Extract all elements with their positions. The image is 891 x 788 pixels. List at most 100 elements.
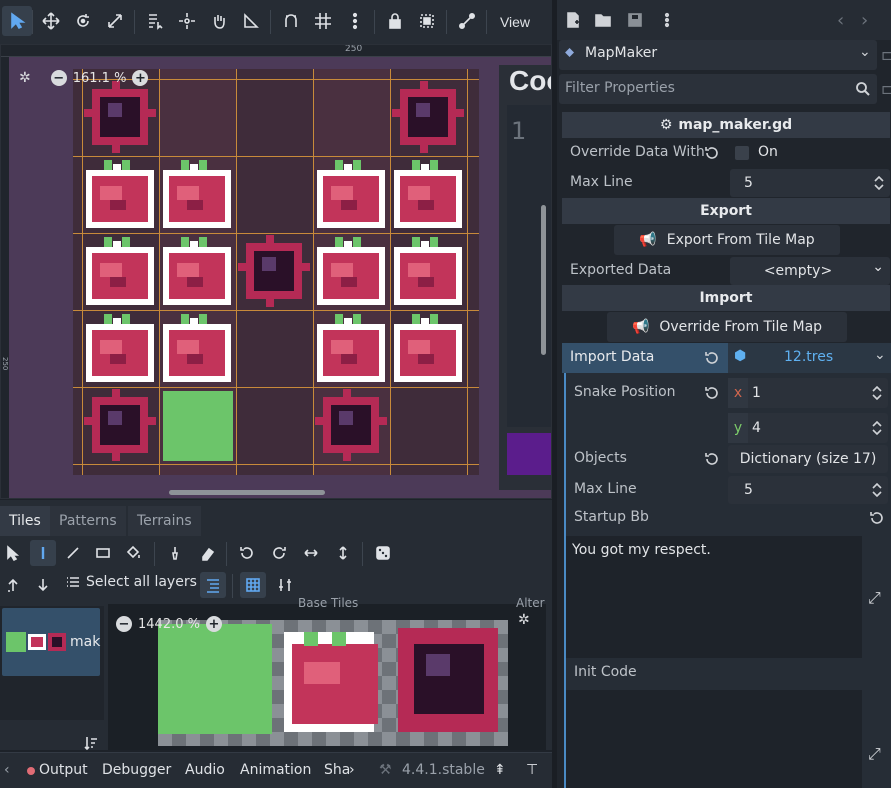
zoom-in-icon[interactable]: +	[132, 70, 149, 86]
expand-editor-icon[interactable]: ⤢	[868, 588, 881, 608]
animation-tab[interactable]: Animation	[240, 762, 311, 778]
select-tile-button[interactable]	[0, 540, 26, 566]
flip-horizontal-icon	[304, 549, 318, 557]
max-line-inner-spinbox[interactable]: 5	[728, 476, 888, 504]
center-view-icon[interactable]: ✲	[19, 70, 31, 86]
tab-terrains[interactable]: Terrains	[128, 506, 201, 536]
line-tool-button[interactable]	[60, 540, 86, 566]
history-back-icon[interactable]: ‹	[837, 10, 844, 31]
game-ui-line-number: 1	[511, 117, 527, 145]
game-ui-code-label: Coo	[509, 65, 551, 96]
zoom-in-icon[interactable]: +	[205, 616, 222, 632]
group-button[interactable]	[412, 6, 442, 36]
objects-dictionary-button[interactable]: Dictionary (size 17)	[728, 445, 888, 473]
pin-icon[interactable]: ⇞	[494, 762, 506, 778]
grid-line	[73, 156, 479, 157]
override-data-checkbox[interactable]	[735, 146, 749, 160]
zoom-out-icon[interactable]: −	[50, 70, 67, 86]
canvas-vscrollbar[interactable]	[541, 205, 546, 355]
rotate-left-button[interactable]	[234, 540, 260, 566]
center-view-icon[interactable]: ✲	[518, 612, 530, 628]
bucket-tool-button[interactable]	[120, 540, 146, 566]
ruler-tool-button[interactable]	[236, 6, 266, 36]
new-resource-button[interactable]	[561, 8, 585, 32]
shader-tab[interactable]: Sha	[324, 762, 350, 778]
revert-icon[interactable]	[704, 385, 720, 401]
flip-h-button[interactable]	[298, 540, 324, 566]
chevron-right-icon[interactable]: ›	[349, 762, 355, 778]
output-tab[interactable]: Output	[39, 762, 88, 778]
pivot-button[interactable]	[172, 6, 202, 36]
chevron-left-icon[interactable]: ‹	[4, 762, 10, 778]
tab-tiles[interactable]: Tiles	[0, 506, 50, 536]
pan-tool-button[interactable]	[204, 6, 234, 36]
expand-editor-icon[interactable]: ⤢	[868, 744, 881, 764]
revert-icon[interactable]	[869, 510, 885, 526]
filter-properties-input[interactable]: Filter Properties	[559, 74, 877, 104]
snake-position-x-field[interactable]: x 1	[728, 378, 888, 408]
tab-patterns[interactable]: Patterns	[50, 506, 126, 536]
max-line-spinbox[interactable]: 5	[730, 169, 890, 197]
rotate-right-button[interactable]	[266, 540, 292, 566]
override-data-value: On	[758, 144, 778, 160]
layer-down-button[interactable]	[30, 572, 56, 598]
expand-panel-icon[interactable]: ⊤	[526, 762, 538, 778]
save-resource-button[interactable]	[623, 8, 647, 32]
exported-data-picker[interactable]: <empty> ⌄	[730, 257, 890, 285]
rect-tool-button[interactable]	[90, 540, 116, 566]
import-data-picker[interactable]: ⬢ 12.tres ⌄	[728, 343, 891, 373]
scale-tool-button[interactable]	[100, 6, 130, 36]
export-from-tilemap-button[interactable]: 📢 Export From Tile Map	[614, 225, 840, 255]
canvas-hscrollbar[interactable]	[169, 490, 325, 495]
snake-position-y-field[interactable]: y 4	[728, 413, 888, 443]
bone-button[interactable]	[452, 6, 482, 36]
picker-tool-button[interactable]	[162, 540, 188, 566]
override-from-tilemap-button[interactable]: 📢 Override From Tile Map	[607, 312, 847, 342]
open-resource-button[interactable]	[591, 8, 615, 32]
init-code-textarea[interactable]	[566, 690, 862, 788]
import-data-row[interactable]: Import Data ⬢ 12.tres ⌄	[562, 343, 891, 373]
highlight-layer-button[interactable]	[200, 572, 226, 598]
paint-tool-button[interactable]	[30, 540, 56, 566]
revert-icon[interactable]	[704, 145, 720, 161]
revert-icon[interactable]	[704, 350, 720, 366]
megaphone-icon: 📢	[639, 232, 657, 248]
move-tool-button[interactable]	[36, 6, 66, 36]
export-header[interactable]: Export	[562, 198, 890, 224]
startup-bb-textarea[interactable]: You got my respect.	[566, 536, 862, 658]
layer-up-button[interactable]	[0, 572, 26, 598]
grid-snap-button[interactable]	[308, 6, 338, 36]
flip-v-button[interactable]	[330, 540, 356, 566]
select-all-layers-button[interactable]: Select all layers	[66, 574, 197, 590]
filter-options-icon[interactable]: ⊏	[881, 82, 891, 98]
sliders-icon	[279, 579, 291, 591]
eraser-tool-button[interactable]	[194, 540, 220, 566]
flip-vertical-icon	[339, 546, 347, 560]
game-ui-bottom-bar	[507, 433, 551, 475]
import-header[interactable]: Import	[562, 285, 890, 311]
tilemap-level[interactable]	[73, 69, 479, 475]
script-header[interactable]: ⚙ map_maker.gd	[562, 112, 890, 138]
tile-settings-button[interactable]	[272, 572, 298, 598]
more-options-button[interactable]	[340, 6, 370, 36]
zoom-level[interactable]: 161.1 %	[73, 71, 127, 86]
object-tools-icon[interactable]: ⊏	[881, 48, 891, 64]
toggle-grid-button[interactable]	[240, 572, 266, 598]
object-selector[interactable]: ⬥ MapMaker ⌄	[559, 40, 877, 70]
zoom-out-icon[interactable]: −	[116, 616, 132, 632]
smart-snap-button[interactable]	[276, 6, 306, 36]
audio-tab[interactable]: Audio	[185, 762, 225, 778]
select-tool-button[interactable]	[2, 6, 32, 36]
atlas-zoom-level[interactable]: 1442.0 %	[138, 617, 200, 632]
canvas-viewport[interactable]: 250 250 Coo 1 ✲ − 161.1 % +	[0, 44, 552, 499]
view-menu-button[interactable]: View	[490, 8, 540, 36]
random-tile-button[interactable]	[370, 540, 396, 566]
rotate-tool-button[interactable]	[68, 6, 98, 36]
lock-button[interactable]	[380, 6, 410, 36]
debugger-tab[interactable]: Debugger	[102, 762, 171, 778]
list-select-button[interactable]	[140, 6, 170, 36]
more-options-button[interactable]	[655, 8, 679, 32]
revert-icon[interactable]	[704, 451, 720, 467]
history-forward-icon[interactable]: ›	[861, 10, 868, 31]
move-icon	[42, 12, 60, 30]
